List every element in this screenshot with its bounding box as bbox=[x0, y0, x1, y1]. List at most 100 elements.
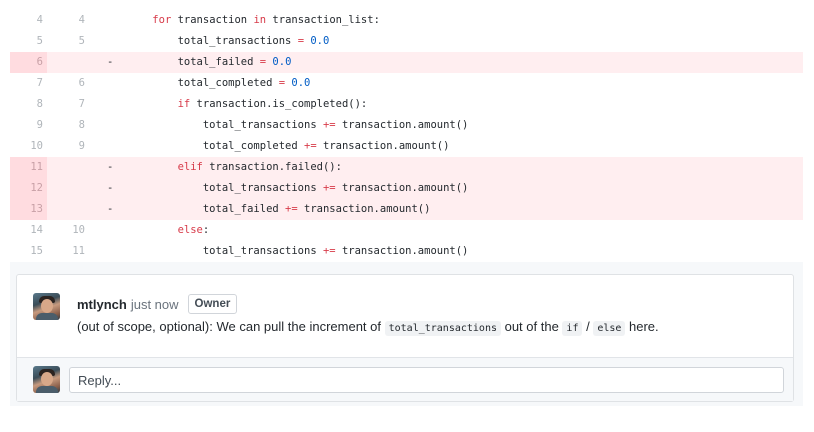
reply-avatar bbox=[33, 366, 60, 393]
code-token: += bbox=[322, 119, 336, 131]
reply-input[interactable] bbox=[69, 367, 784, 393]
old-line-number[interactable]: 7 bbox=[10, 73, 47, 94]
code-token: if bbox=[177, 98, 191, 110]
code-token: transaction.amount() bbox=[335, 245, 469, 257]
diff-line-deleted[interactable]: 6 - total_failed = 0.0 bbox=[10, 52, 803, 73]
comment-body: (out of scope, optional): We can pull th… bbox=[77, 319, 659, 336]
new-line-number[interactable]: 4 bbox=[47, 10, 97, 31]
code-content: total_transactions = 0.0 bbox=[121, 31, 803, 52]
code-token: += bbox=[285, 203, 298, 215]
diff-line-deleted[interactable]: 13 - total_failed += transaction.amount() bbox=[10, 199, 803, 220]
inline-code: total_transactions bbox=[384, 321, 501, 336]
code-token: += bbox=[322, 245, 336, 257]
code-token: transaction.amount() bbox=[297, 203, 431, 215]
diff-line[interactable]: 10 9 total_completed += transaction.amoun… bbox=[10, 136, 803, 157]
old-line-number[interactable]: 5 bbox=[10, 31, 47, 52]
code-token: total_transactions bbox=[202, 119, 323, 131]
code-token: total_failed bbox=[177, 56, 260, 68]
new-line-number[interactable]: 7 bbox=[47, 94, 97, 115]
diff-line[interactable]: 44 for transaction in transaction_list: bbox=[10, 10, 803, 31]
owner-badge: Owner bbox=[187, 294, 238, 314]
diff-line[interactable]: 98 total_transactions += transaction.amo… bbox=[10, 115, 803, 136]
old-line-number[interactable]: 12 bbox=[10, 178, 47, 199]
code-token: 0.0 bbox=[291, 77, 311, 89]
diff-line[interactable]: 87 if transaction.is_completed(): bbox=[10, 94, 803, 115]
code-token: total_completed bbox=[202, 140, 305, 152]
code-token: elif bbox=[177, 161, 203, 173]
code-content: total_transactions += transaction.amount… bbox=[121, 241, 803, 262]
old-line-number[interactable]: 10 bbox=[10, 136, 47, 157]
comment-text-part: (out of scope, optional): We can pull th… bbox=[77, 319, 385, 334]
comment-timestamp[interactable]: just now bbox=[131, 297, 179, 312]
old-line-number[interactable]: 6 bbox=[10, 52, 47, 73]
avatar[interactable] bbox=[33, 293, 60, 320]
code-token: += bbox=[322, 182, 336, 194]
new-line-number[interactable]: 10 bbox=[47, 220, 97, 241]
old-line-number[interactable]: 15 bbox=[10, 241, 47, 262]
code-token: else bbox=[177, 224, 203, 236]
code-token: transaction bbox=[171, 14, 254, 26]
diff-marker: - bbox=[107, 161, 114, 173]
code-token: transaction.amount() bbox=[316, 140, 450, 152]
diff-line[interactable]: 76 total_completed = 0.0 bbox=[10, 73, 803, 94]
review-comment-thread: mtlynch just now Owner (out of scope, op… bbox=[16, 274, 794, 402]
code-content: if transaction.is_completed(): bbox=[121, 94, 803, 115]
code-content: for transaction in transaction_list: bbox=[121, 10, 803, 31]
diff-line-deleted[interactable]: 12 - total_transactions += transaction.am… bbox=[10, 178, 803, 199]
code-content: total_transactions += transaction.amount… bbox=[121, 178, 803, 199]
comment-author[interactable]: mtlynch bbox=[77, 297, 127, 312]
new-line-number[interactable]: 6 bbox=[47, 73, 97, 94]
old-line-number[interactable]: 9 bbox=[10, 115, 47, 136]
code-token: total_failed bbox=[202, 203, 286, 215]
diff-view: 44 for transaction in transaction_list: 5… bbox=[10, 10, 803, 262]
code-token: transaction.is_completed(): bbox=[190, 98, 368, 110]
code-content: total_failed += transaction.amount() bbox=[121, 199, 803, 220]
old-line-number[interactable]: 11 bbox=[10, 157, 47, 178]
code-token: += bbox=[304, 140, 317, 152]
comment-text-part: / bbox=[582, 319, 594, 334]
code-token: total_transactions bbox=[177, 35, 298, 47]
code-content: total_failed = 0.0 bbox=[121, 52, 803, 73]
inline-code: if bbox=[562, 321, 583, 336]
diff-line-deleted[interactable]: 11 - elif transaction.failed(): bbox=[10, 157, 803, 178]
code-token: transaction.amount() bbox=[335, 119, 469, 131]
code-content: total_transactions += transaction.amount… bbox=[121, 115, 803, 136]
comment-text-part: here. bbox=[625, 319, 659, 334]
code-token: for bbox=[152, 14, 172, 26]
pull-request-review-panel: 44 for transaction in transaction_list: 5… bbox=[10, 10, 803, 406]
code-token: transaction.failed(): bbox=[202, 161, 342, 173]
reply-row bbox=[17, 358, 793, 401]
comment-text-part: out of the bbox=[500, 319, 563, 334]
code-content: total_completed += transaction.amount() bbox=[121, 136, 803, 157]
diff-line[interactable]: 55 total_transactions = 0.0 bbox=[10, 31, 803, 52]
comment-header: mtlynch just now Owner bbox=[77, 294, 238, 314]
code-token: transaction.amount() bbox=[335, 182, 469, 194]
code-token: 0.0 bbox=[310, 35, 330, 47]
code-content: else: bbox=[121, 220, 803, 241]
new-line-number[interactable]: 11 bbox=[47, 241, 97, 262]
diff-marker: - bbox=[107, 203, 114, 215]
code-token: in bbox=[253, 14, 267, 26]
diff-line[interactable]: 14 10 else: bbox=[10, 220, 803, 241]
inline-code: else bbox=[593, 321, 626, 336]
diff-marker: - bbox=[107, 56, 114, 68]
old-line-number[interactable]: 4 bbox=[10, 10, 47, 31]
old-line-number[interactable]: 8 bbox=[10, 94, 47, 115]
diff-line[interactable]: 15 11 total_transactions += transaction.a… bbox=[10, 241, 803, 262]
new-line-number[interactable]: 5 bbox=[47, 31, 97, 52]
old-line-number[interactable]: 13 bbox=[10, 199, 47, 220]
code-content: total_completed = 0.0 bbox=[121, 73, 803, 94]
new-line-number[interactable]: 9 bbox=[47, 136, 97, 157]
new-line-number[interactable]: 8 bbox=[47, 115, 97, 136]
old-line-number[interactable]: 14 bbox=[10, 220, 47, 241]
